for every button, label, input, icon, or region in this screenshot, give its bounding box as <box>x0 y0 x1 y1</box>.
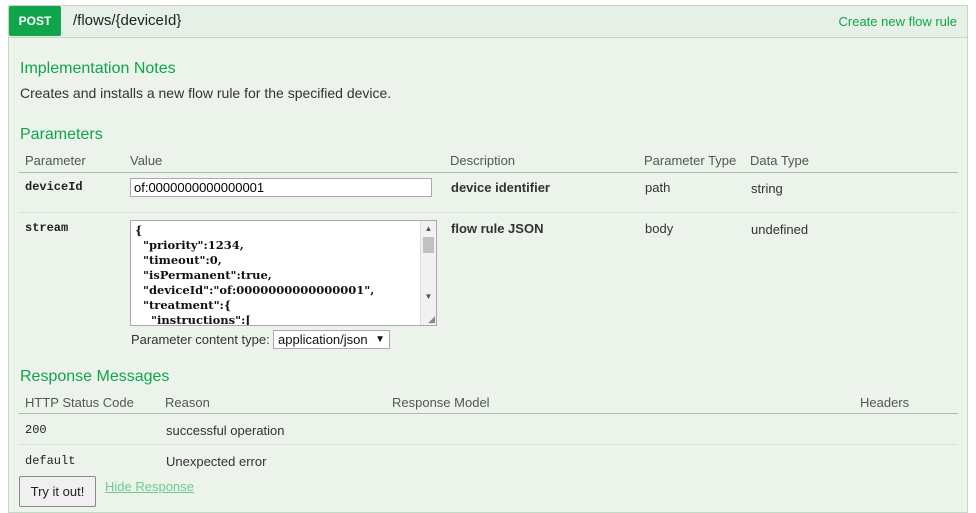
textarea-scrollbar[interactable]: ▲ ▼ <box>420 221 436 325</box>
content-type-select[interactable]: application/json ▼ <box>273 330 390 349</box>
operation-summary[interactable]: Create new flow rule <box>839 14 958 29</box>
http-method-badge[interactable]: POST <box>9 6 61 36</box>
response-header-divider <box>19 413 958 414</box>
response-code-default: default <box>25 454 76 468</box>
param-header-parameter-type: Parameter Type <box>644 153 737 168</box>
implementation-notes-text: Creates and installs a new flow rule for… <box>20 85 392 101</box>
response-header-model: Response Model <box>392 395 490 410</box>
param-type-deviceid: path <box>645 180 671 195</box>
content-type-selected-value: application/json <box>278 332 368 347</box>
response-reason-default: Unexpected error <box>166 454 267 469</box>
param-header-description: Description <box>450 153 516 168</box>
content-type-label: Parameter content type: <box>131 332 270 347</box>
scroll-down-arrow-icon[interactable]: ▼ <box>421 289 436 304</box>
resize-handle-icon[interactable]: ◢ <box>428 315 435 324</box>
deviceid-input[interactable] <box>130 178 432 197</box>
response-header-status-code: HTTP Status Code <box>25 395 134 410</box>
response-messages-title: Response Messages <box>20 368 170 385</box>
param-name-deviceid: deviceId <box>25 180 83 194</box>
stream-textarea[interactable]: { "priority":1234, "timeout":0, "isPerma… <box>130 220 437 326</box>
response-reason-200: successful operation <box>166 423 285 438</box>
param-description-stream: flow rule JSON <box>451 221 544 236</box>
scrollbar-thumb[interactable] <box>423 237 434 253</box>
response-row-divider <box>19 444 958 445</box>
param-header-data-type: Data Type <box>750 153 810 168</box>
param-type-stream: body <box>645 221 674 236</box>
param-header-parameter: Parameter <box>25 153 86 168</box>
data-type-deviceid: string <box>751 181 783 196</box>
param-row-divider <box>19 212 958 213</box>
response-header-reason: Reason <box>165 395 210 410</box>
operation-heading[interactable]: POST /flows/{deviceId} Create new flow r… <box>9 6 967 38</box>
param-header-divider <box>19 172 958 173</box>
dropdown-arrow-icon: ▼ <box>375 334 385 345</box>
response-code-200: 200 <box>25 423 47 437</box>
response-header-headers: Headers <box>860 395 910 410</box>
param-description-deviceid: device identifier <box>451 180 550 195</box>
scroll-up-arrow-icon[interactable]: ▲ <box>421 221 436 236</box>
operation-panel: POST /flows/{deviceId} Create new flow r… <box>8 5 968 513</box>
hide-response-link[interactable]: Hide Response <box>105 479 194 494</box>
try-it-out-button[interactable]: Try it out! <box>19 476 96 507</box>
implementation-notes-title: Implementation Notes <box>20 60 176 77</box>
stream-json-content[interactable]: { "priority":1234, "timeout":0, "isPerma… <box>131 221 436 325</box>
endpoint-path[interactable]: /flows/{deviceId} <box>73 12 181 29</box>
param-name-stream: stream <box>25 221 69 235</box>
parameters-title: Parameters <box>20 126 103 143</box>
param-header-value: Value <box>130 153 163 168</box>
data-type-stream: undefined <box>751 222 809 237</box>
